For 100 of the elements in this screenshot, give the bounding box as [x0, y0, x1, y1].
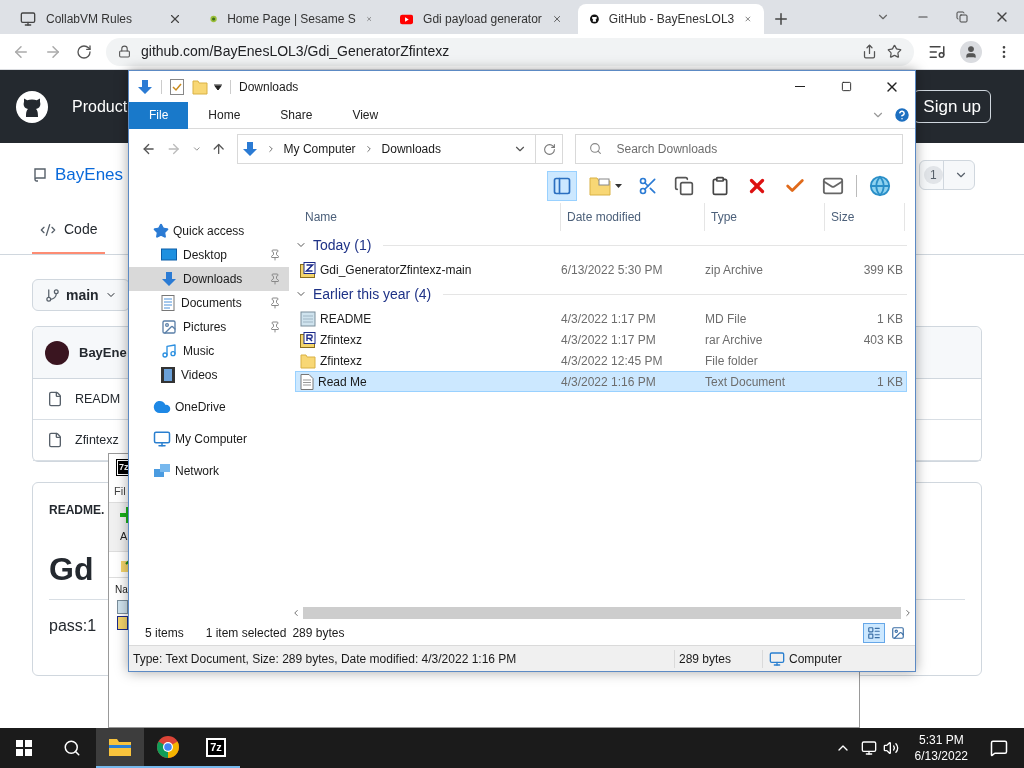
nav-item[interactable]: Desktop [129, 243, 289, 267]
details-size: 289 bytes [674, 649, 762, 668]
ribbon-tab[interactable]: File [129, 101, 189, 129]
bookmark-icon[interactable] [887, 44, 902, 59]
nav-item[interactable]: Downloads [129, 267, 289, 291]
folder-icon [108, 737, 132, 757]
download-icon [161, 271, 177, 287]
nav-link[interactable]: Product [72, 94, 128, 119]
repo-name-link[interactable]: BayEnes [55, 162, 124, 188]
notepad-icon [300, 310, 316, 327]
address-bar[interactable]: github.com/BayEnesLOL3/Gdi_GeneratorZfintexz [106, 37, 914, 66]
file-link[interactable]: Zfintexz [75, 430, 119, 450]
counter-button[interactable]: 1 [919, 160, 975, 190]
properties-icon[interactable] [170, 78, 184, 95]
tiles-view-icon [891, 626, 905, 640]
code-icon [40, 221, 56, 238]
breadcrumb-item[interactable]: My Computer [283, 140, 356, 158]
size-cell: 403 KB [863, 332, 903, 347]
ribbon-tab[interactable]: Share [260, 101, 333, 129]
minimize-icon [795, 86, 805, 87]
add-icon[interactable] [120, 507, 128, 523]
repo-tab[interactable]: Code [32, 219, 106, 254]
taskbar-app[interactable] [96, 728, 144, 768]
column-header[interactable]: Name [289, 203, 561, 231]
repo-icon [32, 167, 48, 183]
breadcrumb-item[interactable]: Downloads [381, 140, 505, 158]
browser-tab[interactable]: CollabVM Rules [8, 4, 194, 34]
date-cell-text: 4/3/2022 1:17 PM [561, 310, 657, 328]
menu-item[interactable]: Fil [114, 482, 126, 500]
download-icon [241, 141, 258, 157]
volume-icon[interactable] [882, 740, 899, 756]
maximize-icon [840, 81, 852, 92]
nav-item[interactable]: Documents [129, 291, 289, 315]
group-header[interactable]: Today (1) [295, 231, 907, 259]
item-count: 5 items [145, 625, 184, 642]
github-logo-icon[interactable] [16, 90, 48, 123]
browser-tab[interactable]: GitHub - BayEnesLOL3 [578, 4, 764, 34]
branch-icon [45, 287, 60, 303]
tab-title: CollabVM Rules [46, 11, 134, 28]
nav-item[interactable]: My Computer [129, 427, 289, 451]
file-link[interactable]: READM [75, 389, 121, 409]
details-location: Computer [789, 650, 842, 668]
caret-icon [615, 184, 622, 188]
ribbon-tab[interactable]: Home [188, 101, 261, 129]
file-row[interactable]: Zfintexz 4/3/2022 12:45 PM File folder [295, 350, 907, 371]
file-name: Read Me [318, 373, 367, 391]
nav-item[interactable]: Network [129, 459, 289, 483]
caret-icon[interactable] [214, 83, 222, 90]
view-button[interactable] [863, 623, 885, 643]
help-icon[interactable] [893, 106, 911, 124]
file-row[interactable]: Read Me 4/3/2022 1:16 PM Text Document 1 KB [295, 371, 907, 392]
type-cell-text: File folder [705, 352, 759, 370]
nav-item[interactable]: Music [129, 339, 289, 363]
file-row[interactable]: Zfintexz 4/3/2022 1:17 PM rar Archive 403 KB [295, 329, 907, 350]
column-header[interactable]: Date modified [561, 203, 705, 231]
browser-tab[interactable]: Gdi payload generator [388, 4, 574, 34]
search-field[interactable]: Search Downloads [575, 134, 903, 164]
reload-icon[interactable] [76, 43, 92, 60]
nav-item[interactable]: Pictures [129, 315, 289, 339]
browser-tab[interactable]: Home Page | Sesame S [198, 4, 384, 34]
windows-logo-icon [16, 740, 32, 756]
commit-author[interactable]: BayEne [79, 342, 127, 363]
file-row[interactable]: Gdi_GeneratorZfintexz-main 6/13/2022 5:30 PM zip Archive 399 KB [295, 259, 907, 280]
file-name: README [320, 310, 372, 328]
selection-size: 289 bytes [292, 625, 345, 642]
scroll-left-icon [291, 608, 301, 618]
type-cell-text: Text Document [705, 373, 787, 391]
play-icon [400, 12, 414, 26]
ribbon-tab[interactable]: View [332, 101, 399, 129]
size-cell: 399 KB [863, 262, 903, 277]
profile-avatar[interactable] [960, 40, 982, 63]
nav-item[interactable]: Videos [129, 363, 289, 387]
refresh-icon [542, 142, 556, 156]
nav-item[interactable]: Quick access [129, 219, 289, 243]
file-row[interactable]: README 4/3/2022 1:17 PM MD File 1 KB [295, 308, 907, 329]
envelope-icon [822, 175, 844, 197]
share-icon[interactable] [862, 44, 877, 59]
address-field[interactable]: My Computer Downloads [236, 134, 536, 164]
refresh-button[interactable] [534, 134, 564, 164]
network-icon[interactable] [860, 740, 877, 756]
details-view-icon [867, 626, 881, 640]
close-icon[interactable] [168, 12, 182, 26]
readme-title: README. [49, 502, 105, 519]
nav-item[interactable]: OneDrive [129, 395, 289, 419]
branch-button[interactable]: main [32, 279, 130, 311]
computer-icon [153, 430, 171, 448]
restore-icon[interactable] [956, 11, 968, 23]
file-name: Zfintexz [320, 352, 362, 370]
clock[interactable]: 5:31 PM 6/13/2022 [908, 732, 974, 764]
desktop-icon [161, 248, 177, 262]
back-icon[interactable] [141, 141, 157, 157]
folder-icon [192, 78, 208, 95]
archive-icon [300, 331, 316, 348]
tab-title: Home Page | Sesame S [227, 11, 356, 28]
column-header[interactable]: Size [825, 203, 905, 231]
up-icon[interactable] [211, 141, 227, 157]
notification-icon[interactable] [990, 739, 1008, 757]
new-tab-icon[interactable] [772, 10, 790, 28]
group-header[interactable]: Earlier this year (4) [295, 280, 907, 308]
column-header[interactable]: Type [705, 203, 825, 231]
